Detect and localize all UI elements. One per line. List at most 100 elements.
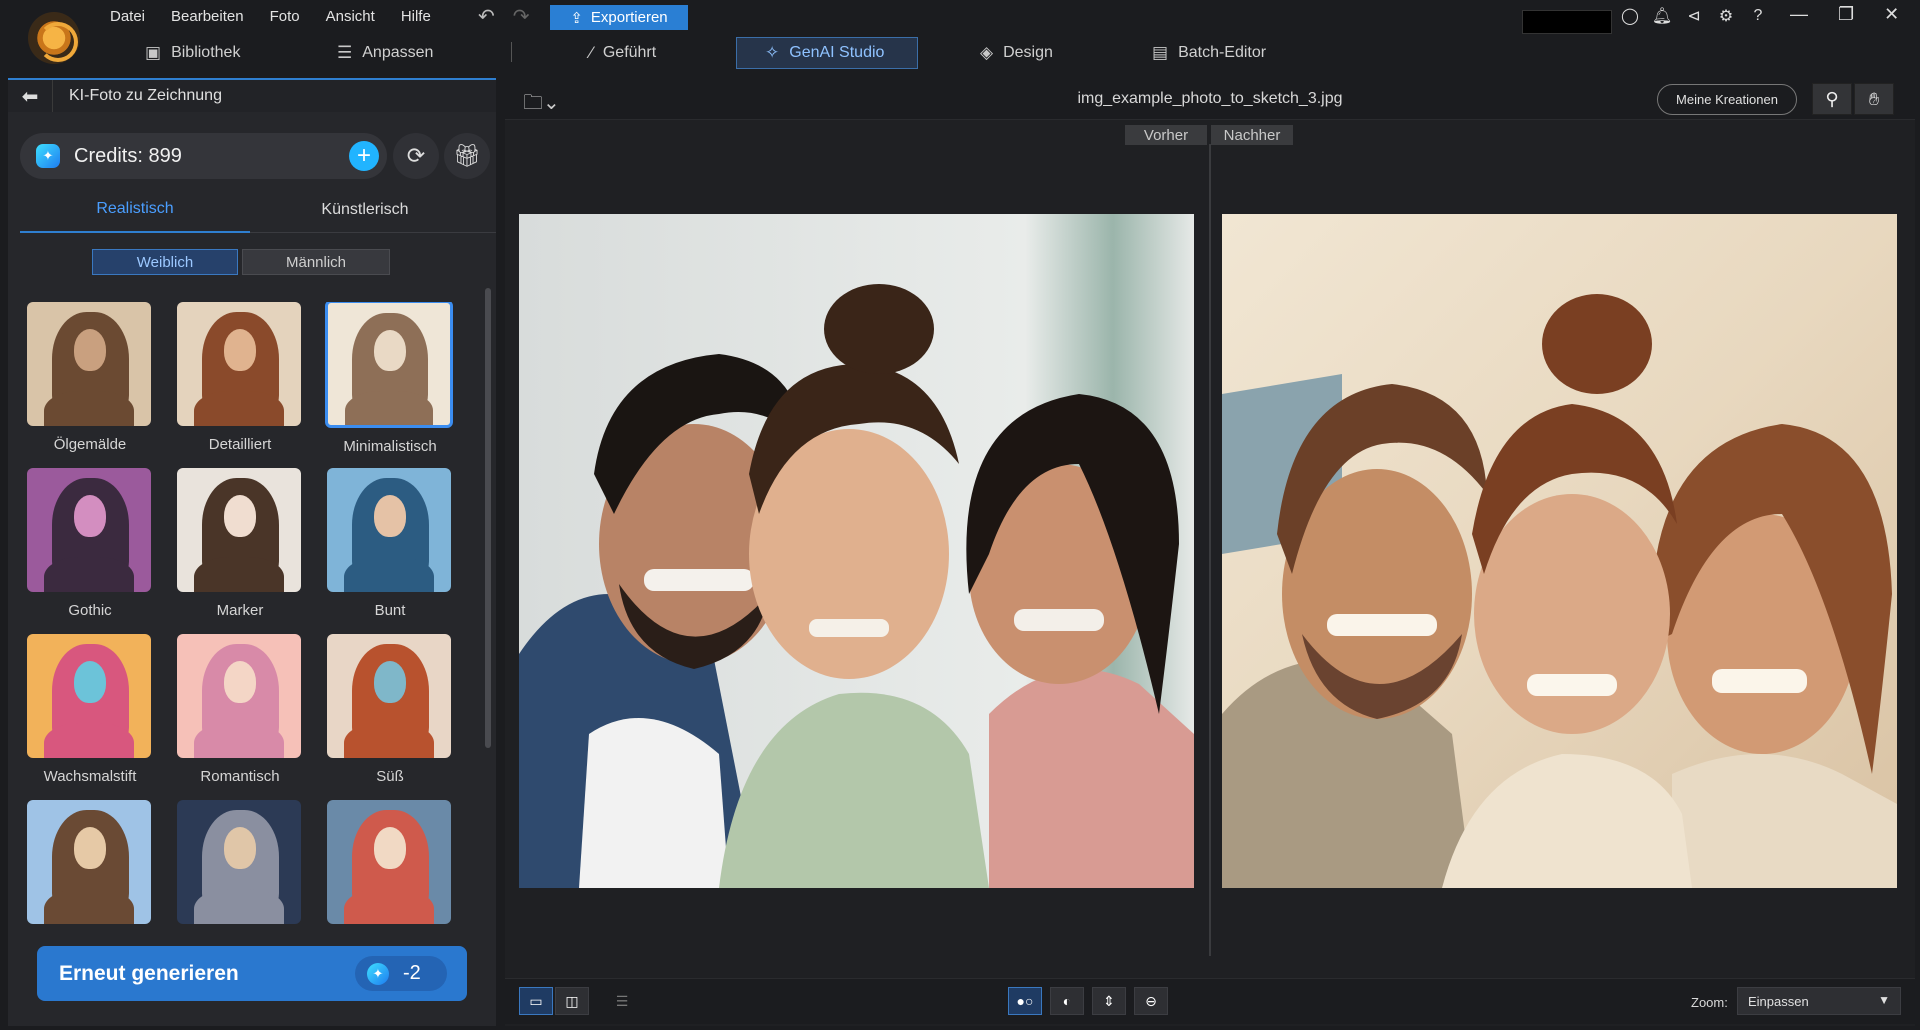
mode-label: GenAI Studio (789, 44, 885, 61)
my-creations-button[interactable]: Meine Kreationen (1657, 84, 1797, 115)
regenerate-cost-value: -2 (403, 962, 421, 984)
style-thumbnail (27, 800, 151, 924)
style-card[interactable]: Minimalistisch (325, 302, 453, 455)
after-label: Nachher (1211, 125, 1293, 145)
credits-text: Credits: 899 (74, 144, 182, 167)
style-card[interactable] (177, 800, 303, 934)
style-card[interactable]: Bunt (327, 468, 453, 619)
divider (511, 42, 512, 62)
mode-label: Design (1003, 44, 1053, 61)
vertical-split-icon: ⇕ (1103, 992, 1115, 1009)
tab-artistic[interactable]: Künstlerisch (250, 187, 480, 233)
horizontal-split-icon: ⊖ (1145, 992, 1157, 1009)
style-thumbnail (177, 302, 301, 426)
mode-guided[interactable]: ⁄ Geführt (590, 37, 656, 69)
menu-view[interactable]: Ansicht (326, 8, 375, 25)
style-thumbnail (327, 800, 451, 924)
mode-label: Anpassen (362, 44, 434, 61)
redo-icon[interactable]: ↷ (513, 4, 530, 29)
refresh-icon: ⟳ (406, 143, 426, 168)
style-card[interactable]: Wachsmalstift (27, 634, 153, 785)
credits-icon: ✦ (36, 144, 60, 168)
gender-male-button[interactable]: Männlich (242, 249, 390, 275)
style-card[interactable]: Marker (177, 468, 303, 619)
bell-icon[interactable]: 🔔︎ (1652, 6, 1672, 26)
mode-batch-editor[interactable]: ▤ Batch-Editor (1152, 37, 1266, 69)
style-thumbnail (27, 634, 151, 758)
side-by-side-button[interactable]: ●○ (1008, 987, 1042, 1015)
style-card[interactable]: Süß (327, 634, 453, 785)
compare-divider[interactable] (1209, 144, 1211, 956)
style-card[interactable] (27, 800, 153, 934)
help-icon[interactable]: ? (1748, 6, 1768, 26)
menu-help[interactable]: Hilfe (401, 8, 431, 25)
menu-file[interactable]: Datei (110, 8, 145, 25)
style-card[interactable]: Romantisch (177, 634, 303, 785)
after-image (1222, 214, 1897, 888)
user-icon[interactable]: ◯ (1620, 6, 1640, 26)
zoom-tool-button[interactable]: ⚲ (1812, 83, 1852, 115)
style-tabs: Realistisch Künstlerisch (20, 187, 496, 233)
style-card[interactable]: Ölgemälde (27, 302, 153, 453)
side-by-side-icon: ●○ (1016, 993, 1034, 1009)
gear-icon[interactable]: ⚙ (1716, 6, 1736, 26)
hand-icon: ✋︎ (1868, 88, 1880, 109)
style-thumbnail (27, 302, 151, 426)
mode-label: Batch-Editor (1178, 44, 1267, 61)
single-view-button[interactable]: ▭ (519, 987, 553, 1015)
sparkle-icon: ✧ (765, 43, 780, 62)
add-credits-button[interactable]: + (349, 141, 379, 171)
zoom-label: Zoom: (1691, 995, 1728, 1010)
horizontal-split-button[interactable]: ⊖ (1134, 987, 1168, 1015)
megaphone-icon[interactable]: ⊲ (1684, 6, 1704, 26)
style-label: Wachsmalstift (43, 768, 137, 785)
mode-label: Geführt (602, 44, 657, 61)
restore-icon[interactable]: ❐ (1838, 4, 1854, 25)
menu-edit[interactable]: Bearbeiten (171, 8, 244, 25)
zoom-select[interactable]: Einpassen ▼ (1737, 987, 1901, 1015)
upload-icon: ⇪ (570, 9, 583, 27)
style-thumbnail (27, 468, 151, 592)
mode-design[interactable]: ◈ Design (980, 37, 1053, 69)
scrollbar[interactable] (485, 288, 491, 748)
gift-button[interactable]: 🎁︎ (444, 133, 490, 179)
panel-title: KI-Foto zu Zeichnung (52, 80, 222, 112)
split-view-button[interactable]: ◫ (555, 987, 589, 1015)
style-card[interactable]: Detailliert (177, 302, 303, 453)
sliders-icon: ☰ (337, 43, 353, 62)
back-arrow-icon[interactable]: ⬅ (8, 84, 52, 109)
gift-icon: 🎁︎ (453, 143, 481, 168)
compare-menu-icon[interactable]: ☰ (605, 987, 639, 1015)
gender-female-button[interactable]: Weiblich (92, 249, 238, 275)
refresh-button[interactable]: ⟳ (393, 133, 439, 179)
split-slider-button[interactable]: ◐ (1050, 987, 1084, 1015)
close-icon[interactable]: ✕ (1884, 4, 1899, 25)
style-card[interactable] (327, 800, 453, 934)
menu-photo[interactable]: Foto (270, 8, 300, 25)
account-field[interactable] (1522, 10, 1612, 34)
mode-genai-studio[interactable]: ✧ GenAI Studio (736, 37, 918, 69)
credits-icon: ✦ (367, 962, 389, 985)
hand-tool-button[interactable]: ✋︎ (1854, 83, 1894, 115)
minimize-icon[interactable]: — (1790, 4, 1808, 25)
style-thumbnail (327, 634, 451, 758)
canvas-footer: ▭ ◫ ☰ ●○ ◐ ⇕ ⊖ Zoom: Einpassen ▼ (505, 978, 1915, 1024)
chevron-down-icon: ▼ (1878, 993, 1890, 1007)
export-button[interactable]: ⇪ Exportieren (550, 5, 688, 30)
style-thumbnail (177, 634, 301, 758)
style-card[interactable]: Gothic (27, 468, 153, 619)
mode-adjust[interactable]: ☰ Anpassen (337, 37, 433, 69)
single-view-icon: ▭ (529, 992, 543, 1009)
tab-realistic[interactable]: Realistisch (20, 187, 250, 233)
menu-bar: Datei Bearbeiten Foto Ansicht Hilfe (110, 8, 457, 25)
mode-label: Bibliothek (171, 44, 241, 61)
regenerate-button[interactable]: Erneut generieren ✦ -2 (37, 946, 467, 1001)
regenerate-label: Erneut generieren (59, 961, 239, 985)
vertical-split-button[interactable]: ⇕ (1092, 987, 1126, 1015)
mode-library[interactable]: ▣ Bibliothek (145, 37, 240, 69)
undo-icon[interactable]: ↶ (478, 4, 495, 29)
style-label: Marker (216, 602, 264, 619)
style-label: Romantisch (200, 768, 280, 785)
style-label: Bunt (374, 602, 406, 619)
main-canvas: 🗀︎⌄ img_example_photo_to_sketch_3.jpg Me… (505, 78, 1915, 1026)
